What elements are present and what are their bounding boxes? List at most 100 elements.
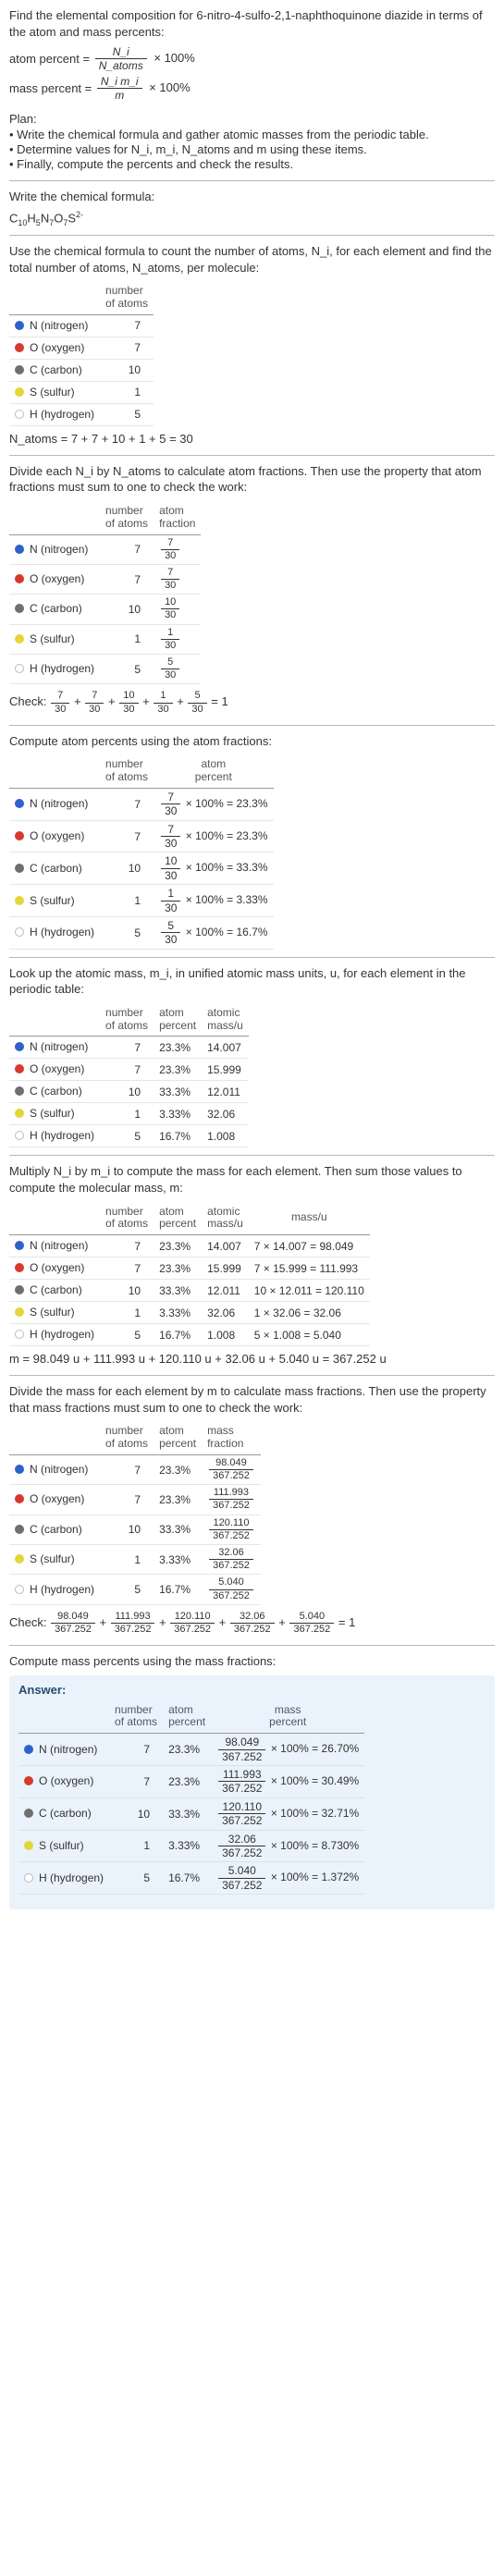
plus-sign: + <box>155 1615 169 1629</box>
hdr-line: of atoms <box>105 298 148 311</box>
table-row: N (nitrogen)723.3%98.049367.252 <box>9 1454 261 1484</box>
element-dot-icon <box>24 1841 33 1850</box>
fraction: 5.040367.252 <box>209 1576 253 1601</box>
atom-count: 1 <box>100 1103 154 1125</box>
hdr-line: of atoms <box>105 1438 148 1451</box>
element-label: H (hydrogen) <box>30 408 94 421</box>
hdr-line: percent <box>168 1716 205 1729</box>
atom-count: 7 <box>100 564 154 594</box>
table-row: O (oxygen)7 <box>9 337 154 359</box>
hdr-line: percent <box>216 1716 359 1729</box>
table-row: C (carbon)1033.3%120.110367.252 <box>9 1515 261 1544</box>
table-row: H (hydrogen)5530 × 100% = 16.7% <box>9 917 274 950</box>
atom-count: 5 <box>100 917 154 950</box>
element-label: N (nitrogen) <box>30 1239 88 1252</box>
element-label: O (oxygen) <box>39 1774 93 1787</box>
natoms-equation: N_atoms = 7 + 7 + 10 + 1 + 5 = 30 <box>9 432 495 446</box>
plan-title: Plan: <box>9 112 495 126</box>
element-label: N (nitrogen) <box>30 1040 88 1053</box>
percent-result: × 100% = 32.71% <box>267 1807 359 1820</box>
element-label: O (oxygen) <box>30 1261 84 1274</box>
atomic-mass-value: 1.008 <box>202 1324 249 1346</box>
element-label: C (carbon) <box>39 1807 92 1820</box>
atom-count: 5 <box>100 1125 154 1147</box>
fraction-numerator: 7 <box>161 791 180 804</box>
atom-percent-value: 3.33% <box>154 1302 202 1324</box>
element-label: C (carbon) <box>30 862 82 875</box>
plan-item: • Write the chemical formula and gather … <box>9 128 495 141</box>
atom-count: 7 <box>109 1766 163 1798</box>
fraction-denominator: 367.252 <box>51 1624 95 1636</box>
atom-count: 7 <box>100 1059 154 1081</box>
atom-count: 5 <box>100 655 154 684</box>
element-label: S (sulfur) <box>30 894 75 907</box>
fraction: 1030 <box>161 596 179 621</box>
mass-percent-fraction: N_i m_i m <box>97 75 142 103</box>
plus-sign: + <box>276 1615 289 1629</box>
atom-percent-value: 33.3% <box>154 1280 202 1302</box>
plan-list: • Write the chemical formula and gather … <box>9 128 495 171</box>
fraction-numerator: 98.049 <box>218 1736 265 1749</box>
hdr-line: atom <box>168 1704 205 1717</box>
atomic-mass-value: 14.007 <box>202 1037 249 1059</box>
fraction-denominator: 367.252 <box>218 1879 265 1892</box>
atom-count: 10 <box>100 1081 154 1103</box>
atom-count: 10 <box>100 853 154 885</box>
hdr-line: atomic <box>207 1007 243 1020</box>
fraction-numerator: 32.06 <box>218 1833 265 1846</box>
atomic-mass-value: 12.011 <box>202 1280 249 1302</box>
element-dot-icon <box>15 864 24 873</box>
atom-percent-value: 33.3% <box>154 1081 202 1103</box>
atom-fraction-table: number of atoms atom fraction N (nitroge… <box>9 501 201 684</box>
fraction-denominator: 367.252 <box>170 1624 215 1636</box>
mass-frac-intro: Divide the mass for each element by m to… <box>9 1383 495 1416</box>
percent-result: × 100% = 1.372% <box>267 1871 359 1883</box>
atomic-mass-value: 32.06 <box>202 1103 249 1125</box>
table-row: N (nitrogen)7 <box>9 314 154 337</box>
fraction-numerator: 5.040 <box>289 1611 334 1624</box>
element-label: C (carbon) <box>30 602 82 615</box>
fraction: 130 <box>161 627 179 652</box>
table-row: H (hydrogen)516.7%1.008 <box>9 1125 249 1147</box>
atom-count: 5 <box>100 403 154 425</box>
atom-percent-value: 16.7% <box>154 1125 202 1147</box>
mass-calc-value: 1 × 32.06 = 32.06 <box>249 1302 370 1324</box>
fraction: 32.06367.252 <box>209 1547 253 1572</box>
element-label: N (nitrogen) <box>30 319 88 332</box>
fraction-denominator: 367.252 <box>209 1530 253 1542</box>
hdr-line: atomic <box>207 1206 243 1219</box>
atom-count: 10 <box>100 359 154 381</box>
table-row: C (carbon)1033.3%12.011 <box>9 1081 249 1103</box>
element-label: S (sulfur) <box>30 1306 75 1319</box>
atom-percent-label: atom percent = <box>9 52 90 66</box>
divider <box>9 1645 495 1646</box>
percent-result: × 100% = 16.7% <box>182 926 267 938</box>
element-label: O (oxygen) <box>30 829 84 842</box>
fraction: 98.049367.252 <box>209 1457 253 1482</box>
fraction: 530 <box>161 656 179 681</box>
fraction-numerator: 98.049 <box>51 1611 95 1624</box>
fraction-numerator: 5 <box>188 690 206 703</box>
col-number-of-atoms: numberof atoms <box>100 754 154 788</box>
lookup-intro: Look up the atomic mass, m_i, in unified… <box>9 965 495 998</box>
fraction-numerator: 111.993 <box>209 1487 253 1500</box>
fraction-denominator: N_atoms <box>95 59 147 72</box>
hdr-line: number <box>105 1007 148 1020</box>
fraction-numerator: 7 <box>51 690 69 703</box>
atom-count: 7 <box>109 1734 163 1766</box>
mass-calc-value: 5 × 1.008 = 5.040 <box>249 1324 370 1346</box>
divider <box>9 1155 495 1156</box>
atom-percent-intro: Compute atom percents using the atom fra… <box>9 733 495 750</box>
element-dot-icon <box>15 410 24 419</box>
fraction-denominator: 30 <box>154 704 172 716</box>
table-row: H (hydrogen)516.7%1.0085 × 1.008 = 5.040 <box>9 1324 370 1346</box>
atom-percent-value: 33.3% <box>163 1797 211 1830</box>
atom-percent-table: numberof atoms atompercent N (nitrogen)7… <box>9 754 274 950</box>
atomic-mass-value: 15.999 <box>202 1059 249 1081</box>
percent-result: × 100% = 23.3% <box>182 829 267 842</box>
col-atom-percent: atompercent <box>163 1700 211 1734</box>
atom-count: 1 <box>100 1544 154 1574</box>
element-dot-icon <box>15 1263 24 1272</box>
element-dot-icon <box>24 1873 33 1883</box>
hdr-line: percent <box>159 1438 196 1451</box>
